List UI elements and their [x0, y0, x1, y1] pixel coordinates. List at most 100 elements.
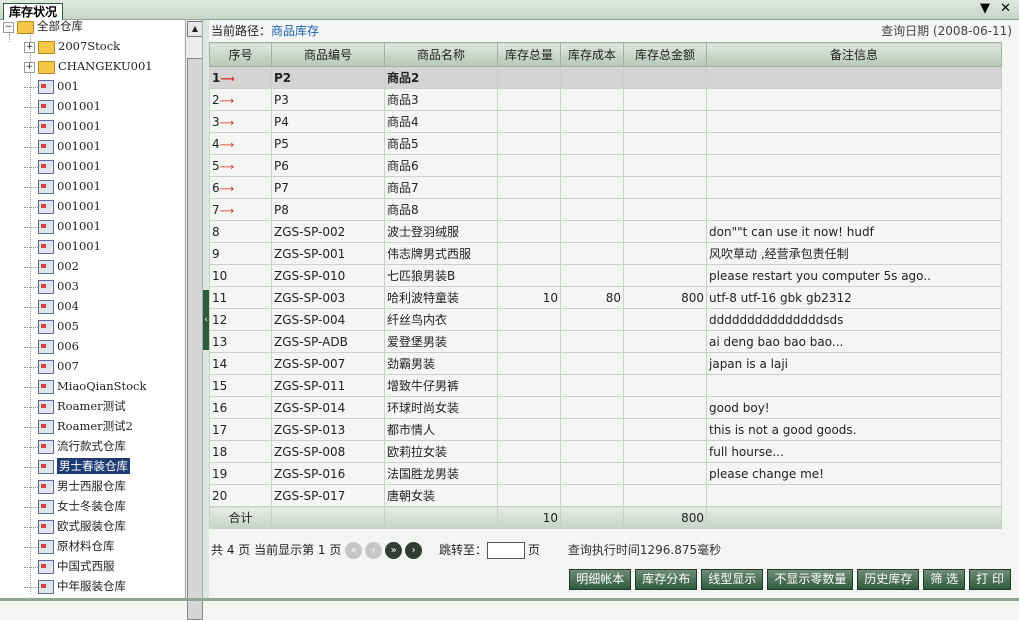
- tree-node[interactable]: Roamer测试2: [24, 416, 133, 436]
- path-value[interactable]: 商品库存: [271, 24, 319, 38]
- tree-node[interactable]: 中年服装仓库: [24, 576, 126, 596]
- table-row[interactable]: 17 ZGS-SP-013 都市情人 this is not a good goods…: [209, 418, 1002, 441]
- column-header-no[interactable]: 序号: [209, 42, 272, 67]
- column-header-amount[interactable]: 库存总金额: [623, 42, 707, 67]
- table-row[interactable]: 15 ZGS-SP-011 增致牛仔男裤: [209, 374, 1002, 397]
- tree-node[interactable]: 002: [24, 256, 79, 276]
- table-row[interactable]: 1⟶ P2 商品2: [209, 66, 1002, 89]
- cell-amount: 800: [623, 286, 707, 309]
- tree-node[interactable]: 001001: [24, 196, 101, 216]
- cell-no-text: 15: [212, 378, 228, 393]
- cell-amount: [623, 66, 707, 89]
- tree-node[interactable]: 005: [24, 316, 79, 336]
- tree-node[interactable]: 007: [24, 356, 79, 376]
- tree-node[interactable]: 欧式服装仓库: [24, 516, 126, 536]
- distribution-button[interactable]: 库存分布: [635, 569, 698, 590]
- filter-button[interactable]: 筛 选: [923, 569, 966, 590]
- cell-qty: [497, 308, 561, 331]
- tree-node[interactable]: 001001: [24, 236, 101, 256]
- column-header-note[interactable]: 备注信息: [706, 42, 1002, 67]
- prev-page-icon[interactable]: ‹: [365, 542, 383, 559]
- cell-qty: [497, 396, 561, 419]
- cell-name: 法国胜龙男装: [384, 462, 498, 485]
- first-page-icon[interactable]: «: [345, 542, 363, 559]
- table-row[interactable]: 7⟶ P8 商品8: [209, 198, 1002, 221]
- ledger-button[interactable]: 明细帐本: [569, 569, 632, 590]
- table-row[interactable]: 8 ZGS-SP-002 波士登羽绒服 don""t can use it now! …: [209, 220, 1002, 243]
- dropdown-menu-icon[interactable]: ▼: [980, 1, 990, 16]
- column-header-code[interactable]: 商品编号: [271, 42, 385, 67]
- tree-node[interactable]: 001: [24, 76, 79, 96]
- tree-node[interactable]: 男士西服仓库: [24, 476, 126, 496]
- expand-icon[interactable]: +: [24, 61, 35, 73]
- tree-node[interactable]: 001001: [24, 216, 101, 236]
- table-row[interactable]: 13 ZGS-SP-ADB 爱登堡男装 ai deng bao bao bao...: [209, 330, 1002, 353]
- table-row[interactable]: 18 ZGS-SP-008 欧莉拉女装 full hourse...: [209, 440, 1002, 463]
- table-row[interactable]: 10 ZGS-SP-010 七匹狼男装B please restart you com…: [209, 264, 1002, 287]
- cell-code: ZGS-SP-008: [271, 440, 385, 463]
- tree-node[interactable]: 001001: [24, 136, 101, 156]
- line-view-button[interactable]: 线型显示: [701, 569, 764, 590]
- table-row[interactable]: 6⟶ P7 商品7: [209, 176, 1002, 199]
- column-header-name[interactable]: 商品名称: [384, 42, 498, 67]
- table-row[interactable]: 19 ZGS-SP-016 法国胜龙男装 please change me!: [209, 462, 1002, 485]
- cell-qty: [497, 330, 561, 353]
- collapse-icon[interactable]: −: [3, 21, 14, 33]
- table-row[interactable]: 2⟶ P3 商品3: [209, 88, 1002, 111]
- table-row[interactable]: 16 ZGS-SP-014 环球时尚女装 good boy!: [209, 396, 1002, 419]
- total-empty-cell: [384, 506, 498, 529]
- tree-node[interactable]: 001001: [24, 116, 101, 136]
- tree-scrollbar[interactable]: ▲: [185, 20, 203, 620]
- hide-zero-button[interactable]: 不显示零数量: [767, 569, 854, 590]
- tree-node[interactable]: 男士春装仓库: [24, 456, 130, 476]
- tree-node[interactable]: Roamer测试: [24, 396, 126, 416]
- table-row[interactable]: 12 ZGS-SP-004 纤丝鸟内衣 dddddddddddddddsds: [209, 308, 1002, 331]
- expand-icon[interactable]: +: [24, 41, 35, 53]
- cell-no-text: 18: [212, 444, 228, 459]
- table-row[interactable]: 5⟶ P6 商品6: [209, 154, 1002, 177]
- tree-node[interactable]: +2007Stock: [24, 36, 120, 56]
- tree-node[interactable]: MiaoQianStock: [24, 376, 146, 396]
- cell-note: [706, 198, 1002, 221]
- cell-name: 唐朝女装: [384, 484, 498, 507]
- tree-node[interactable]: 原材料仓库: [24, 536, 115, 556]
- tree-node-label: 男士春装仓库: [57, 458, 130, 474]
- cell-no-text: 19: [212, 466, 228, 481]
- tree-node[interactable]: 女士冬装仓库: [24, 496, 126, 516]
- tree-root[interactable]: − 全部仓库: [3, 20, 83, 36]
- cell-no-text: 8: [212, 224, 220, 239]
- scroll-thumb[interactable]: [187, 58, 203, 620]
- cell-name: 商品3: [384, 88, 498, 111]
- tree-node[interactable]: 001001: [24, 156, 101, 176]
- tree-node[interactable]: 流行款式仓库: [24, 436, 126, 456]
- tree-node[interactable]: 006: [24, 336, 79, 356]
- print-button[interactable]: 打 印: [969, 569, 1011, 590]
- cell-no-text: 7: [212, 202, 220, 217]
- cell-code: ZGS-SP-002: [271, 220, 385, 243]
- cell-no-text: 13: [212, 334, 228, 349]
- last-page-icon[interactable]: ›: [405, 542, 423, 559]
- tree-node[interactable]: 004: [24, 296, 79, 316]
- cell-cost: [560, 198, 624, 221]
- close-icon[interactable]: ✕: [1000, 1, 1011, 16]
- column-header-cost[interactable]: 库存成本: [560, 42, 624, 67]
- table-row[interactable]: 3⟶ P4 商品4: [209, 110, 1002, 133]
- tree-node[interactable]: 中国式西服: [24, 556, 115, 576]
- tree-node[interactable]: + CHANGEKU001: [24, 56, 153, 76]
- table-row[interactable]: 4⟶ P5 商品5: [209, 132, 1002, 155]
- tree-node-label: 001001: [57, 119, 101, 133]
- table-row[interactable]: 14 ZGS-SP-007 劲霸男装 japan is a laji: [209, 352, 1002, 375]
- cell-code: P7: [271, 176, 385, 199]
- history-button[interactable]: 历史库存: [857, 569, 920, 590]
- tree-node[interactable]: 003: [24, 276, 79, 296]
- table-row[interactable]: 11 ZGS-SP-003 哈利波特童装 10 80 800 utf-8 utf-16 gb…: [209, 286, 1002, 309]
- page-jump-input[interactable]: [487, 542, 526, 559]
- tree-node[interactable]: 001001: [24, 96, 101, 116]
- table-row[interactable]: 9 ZGS-SP-001 伟志牌男式西服 风吹草动 ,经营承包责任制: [209, 242, 1002, 265]
- column-header-qty[interactable]: 库存总量: [497, 42, 561, 67]
- row-arrow-icon: ⟶: [219, 117, 234, 129]
- table-row[interactable]: 20 ZGS-SP-017 唐朝女装: [209, 484, 1002, 507]
- next-page-icon[interactable]: »: [385, 542, 403, 559]
- tree-node[interactable]: 001001: [24, 176, 101, 196]
- scroll-up-icon[interactable]: ▲: [187, 21, 203, 37]
